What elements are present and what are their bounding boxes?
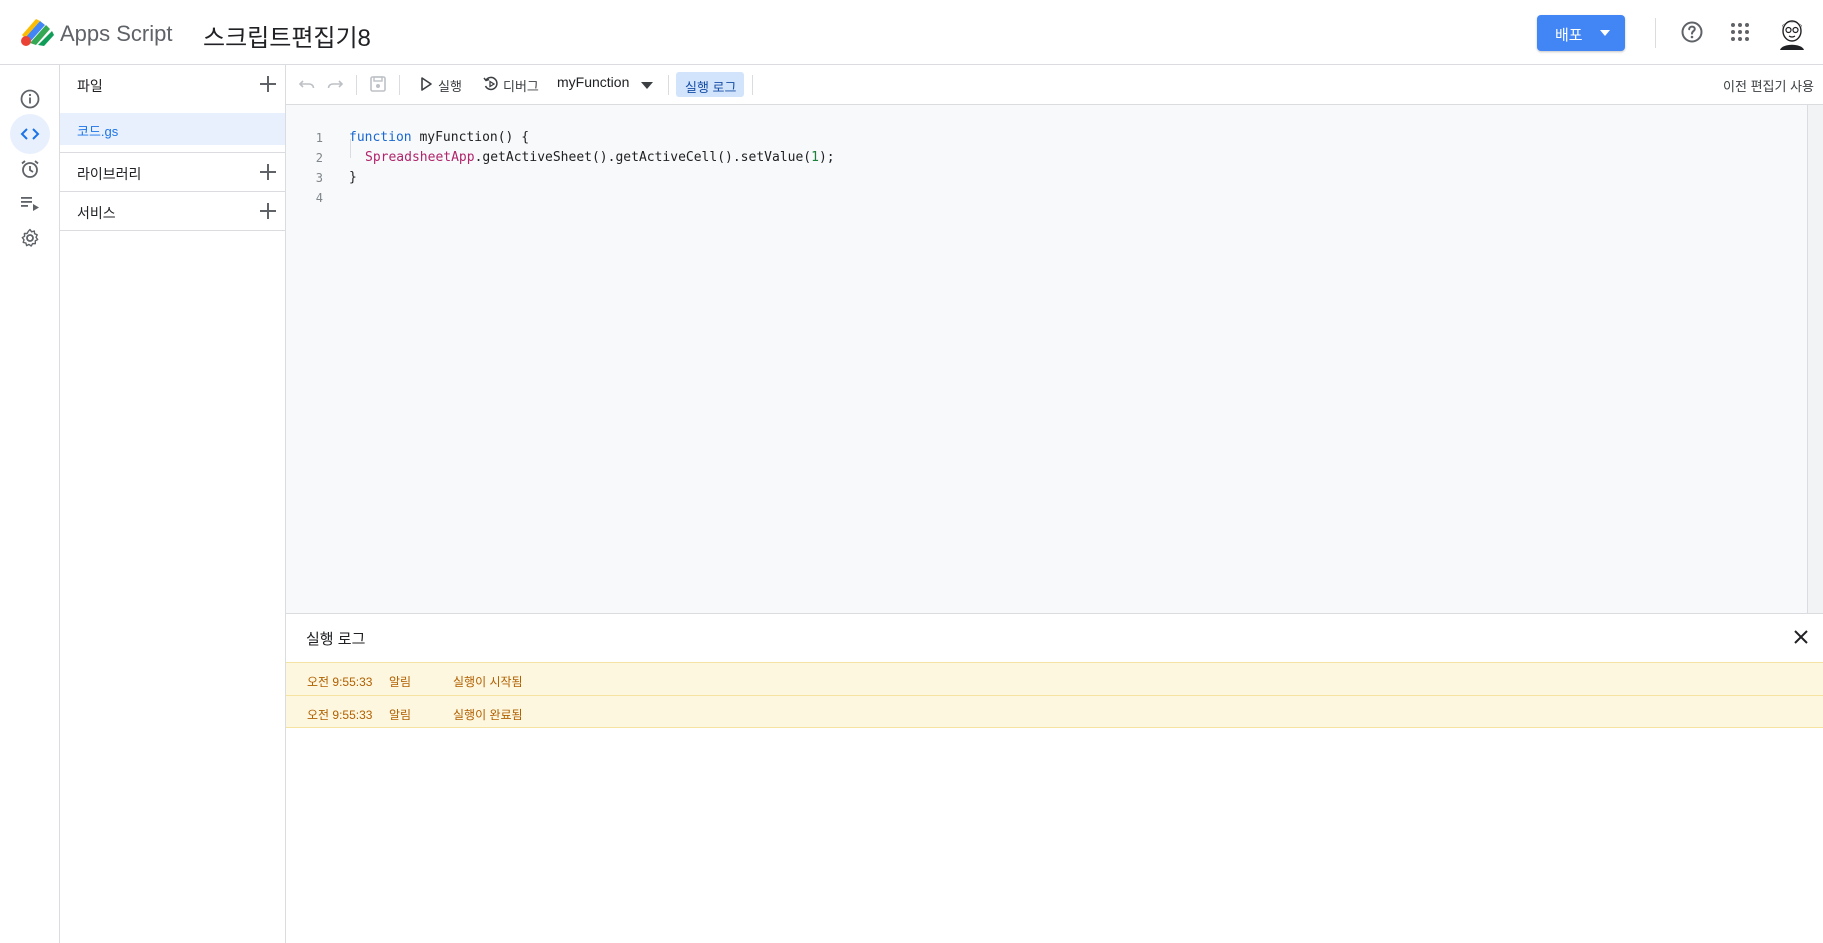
use-old-editor-button[interactable]: 이전 편집기 사용 bbox=[1723, 76, 1814, 95]
services-section-label: 서비스 bbox=[77, 205, 116, 221]
number-token: 1 bbox=[811, 150, 819, 165]
class-token: SpreadsheetApp bbox=[365, 150, 475, 165]
help-icon[interactable] bbox=[1680, 20, 1704, 44]
log-row: 오전 9:55:33 알림 실행이 완료됨 bbox=[286, 695, 1823, 728]
code-text: SpreadsheetApp.getActiveSheet().getActiv… bbox=[365, 150, 835, 165]
code-line[interactable]: 1 function myFunction() { bbox=[286, 129, 529, 149]
line-number: 2 bbox=[315, 151, 323, 165]
debug-button[interactable]: 디버그 bbox=[503, 76, 539, 95]
playlist-play-icon bbox=[21, 197, 39, 211]
top-bar: Apps Script 스크립트편집기8 배포 bbox=[0, 0, 1823, 65]
services-section-header: 서비스 bbox=[60, 192, 286, 231]
log-time: 오전 9:55:33 bbox=[307, 675, 373, 689]
execution-log-toggle-label: 실행 로그 bbox=[685, 80, 737, 95]
line-number: 4 bbox=[315, 191, 323, 205]
log-message: 실행이 완료됨 bbox=[453, 708, 523, 722]
code-line[interactable]: 4 bbox=[286, 189, 323, 209]
project-title[interactable]: 스크립트편집기8 bbox=[203, 18, 371, 53]
line-number: 1 bbox=[315, 131, 323, 145]
code-line[interactable]: 3 } bbox=[286, 169, 357, 189]
divider bbox=[60, 230, 285, 231]
alarm-clock-icon bbox=[21, 160, 39, 178]
code-brackets-icon bbox=[20, 128, 40, 140]
run-button[interactable]: 실행 bbox=[438, 76, 462, 95]
code-text: function myFunction() { bbox=[349, 130, 529, 145]
code-line[interactable]: 2 SpreadsheetApp.getActiveSheet().getAct… bbox=[286, 149, 835, 169]
function-select[interactable]: myFunction bbox=[557, 74, 629, 90]
files-section-label: 파일 bbox=[77, 78, 103, 94]
rail-editor-button[interactable] bbox=[10, 114, 50, 154]
code-token: ); bbox=[818, 150, 835, 165]
add-file-plus-icon[interactable] bbox=[257, 73, 279, 95]
avatar[interactable] bbox=[1774, 14, 1810, 50]
chevron-down-icon[interactable] bbox=[641, 82, 653, 89]
redo-icon[interactable] bbox=[326, 75, 344, 93]
play-icon[interactable] bbox=[419, 76, 433, 92]
close-icon[interactable] bbox=[1791, 627, 1811, 647]
chevron-down-icon bbox=[1600, 30, 1610, 36]
app-name[interactable]: Apps Script bbox=[60, 21, 173, 47]
divider bbox=[356, 75, 357, 95]
editor-toolbar: 실행 디버그 myFunction 실행 로그 이전 편집기 사용 bbox=[286, 65, 1823, 105]
google-apps-grid-icon[interactable] bbox=[1728, 20, 1752, 44]
code-editor[interactable]: 1 function myFunction() { 2 SpreadsheetA… bbox=[286, 105, 1807, 614]
log-level: 알림 bbox=[389, 675, 412, 689]
deploy-button-label: 배포 bbox=[1555, 27, 1583, 44]
log-time: 오전 9:55:33 bbox=[307, 708, 373, 722]
gear-icon bbox=[21, 228, 39, 247]
rail-overview-button[interactable] bbox=[10, 79, 50, 119]
divider bbox=[399, 75, 400, 95]
deploy-button[interactable]: 배포 bbox=[1537, 15, 1625, 51]
save-icon[interactable] bbox=[369, 75, 387, 93]
divider bbox=[668, 75, 669, 95]
debug-icon[interactable] bbox=[483, 76, 499, 92]
files-section-header: 파일 bbox=[60, 65, 286, 104]
indent-guide bbox=[350, 139, 351, 158]
libraries-section-label: 라이브러리 bbox=[77, 166, 142, 182]
add-service-plus-icon[interactable] bbox=[257, 200, 279, 222]
line-number: 3 bbox=[315, 171, 323, 185]
code-token: .getActiveSheet().getActiveCell().setVal… bbox=[474, 150, 812, 165]
files-panel: 파일 코드.gs 라이브러리 서비스 bbox=[60, 65, 286, 943]
log-message: 실행이 시작됨 bbox=[453, 675, 523, 689]
execution-log-panel: 실행 로그 오전 9:55:33 알림 실행이 시작됨 오전 9:55:33 알… bbox=[286, 613, 1823, 943]
libraries-section-header: 라이브러리 bbox=[60, 153, 286, 192]
left-nav-rail bbox=[0, 65, 60, 943]
keyword-token: function bbox=[349, 130, 412, 145]
file-item-code-gs[interactable]: 코드.gs bbox=[60, 113, 285, 145]
info-icon bbox=[20, 89, 40, 109]
code-text: } bbox=[349, 170, 357, 185]
code-token: myFunction() { bbox=[411, 130, 530, 145]
add-library-plus-icon[interactable] bbox=[257, 161, 279, 183]
divider bbox=[1655, 18, 1656, 48]
divider bbox=[752, 75, 753, 95]
editor-scrollbar[interactable] bbox=[1807, 105, 1823, 614]
undo-icon[interactable] bbox=[298, 75, 316, 93]
rail-settings-button[interactable] bbox=[10, 218, 50, 258]
apps-script-logo-icon[interactable] bbox=[20, 17, 56, 47]
file-item-label: 코드.gs bbox=[77, 124, 119, 139]
log-row: 오전 9:55:33 알림 실행이 시작됨 bbox=[286, 662, 1823, 695]
execution-log-toggle-button[interactable]: 실행 로그 bbox=[676, 72, 744, 97]
execution-log-title: 실행 로그 bbox=[306, 631, 366, 648]
log-level: 알림 bbox=[389, 708, 412, 722]
rail-executions-button[interactable] bbox=[10, 183, 50, 223]
